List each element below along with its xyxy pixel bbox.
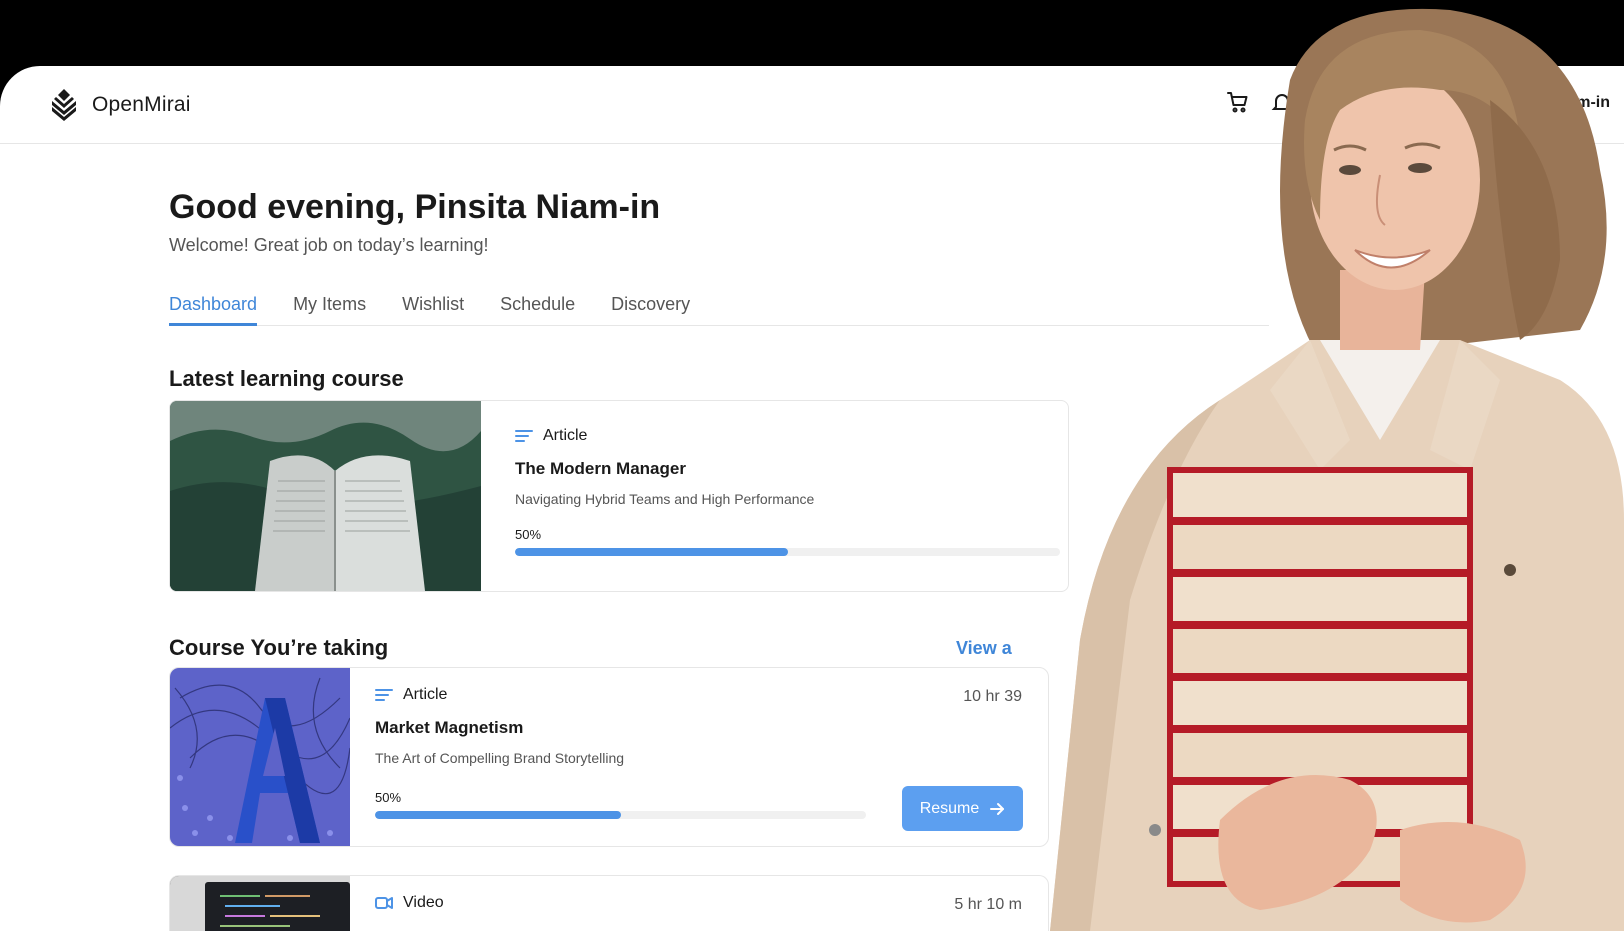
article-icon [515,430,533,442]
progress-label: 50% [515,527,542,542]
taking-section-title: Course You’re taking [169,635,389,660]
course-duration: 5 hr 10 m [954,896,1022,913]
course-card[interactable]: Article Market Magnetism The Art of Comp… [169,667,1049,847]
welcome-message: Welcome! Great job on today’s learning! [169,235,489,255]
content-type: Article [375,686,875,704]
progress-fill [515,548,788,556]
course-card[interactable]: Video 5 hr 10 m [169,875,1049,931]
logo[interactable]: OpenMirai [48,87,191,123]
course-thumbnail [170,668,350,846]
logo-icon [52,88,76,121]
course-subtitle: Navigating Hybrid Teams and High Perform… [515,491,815,507]
tab-discovery[interactable]: Discovery [611,288,690,326]
content-type-label: Article [543,427,588,444]
course-thumbnail [170,876,350,931]
video-icon [375,897,393,909]
course-subtitle: The Art of Compelling Brand Storytelling [375,750,625,766]
course-body: Video [375,894,444,912]
tab-schedule[interactable]: Schedule [500,288,575,326]
content-type-label: Video [403,894,444,911]
course-title[interactable]: Market Magnetism [375,718,875,738]
tab-dashboard[interactable]: Dashboard [169,288,258,326]
latest-section-title: Latest learning course [169,366,404,391]
course-duration: 10 hr 39 [963,688,1022,705]
course-body: Article Market Magnetism The Art of Comp… [375,686,875,819]
page-title: Good evening, Pinsita Niam-in [169,188,661,226]
logo-text: OpenMirai [92,92,191,116]
student-holding-books-photo [1020,0,1624,931]
resume-button[interactable]: Resume [902,786,1023,831]
content-type-label: Article [403,686,448,703]
tab-wishlist[interactable]: Wishlist [402,288,464,326]
view-all-link[interactable]: View a [956,638,1012,659]
latest-course-body: Article The Modern Manager Navigating Hy… [515,427,1060,556]
latest-course-card[interactable]: Article The Modern Manager Navigating Hy… [169,400,1069,592]
progress-fill [375,811,621,819]
tab-my-items[interactable]: My Items [293,288,366,326]
content-type: Video [375,894,444,912]
arrow-right-icon [990,802,1005,815]
progress-bar [375,811,866,819]
article-icon [375,689,393,701]
progress-label: 50% [375,790,402,805]
resume-button-label: Resume [919,799,980,817]
content-type: Article [515,427,1055,445]
course-title[interactable]: The Modern Manager [515,459,1055,479]
progress-bar [515,548,1060,556]
course-thumbnail [170,401,481,591]
